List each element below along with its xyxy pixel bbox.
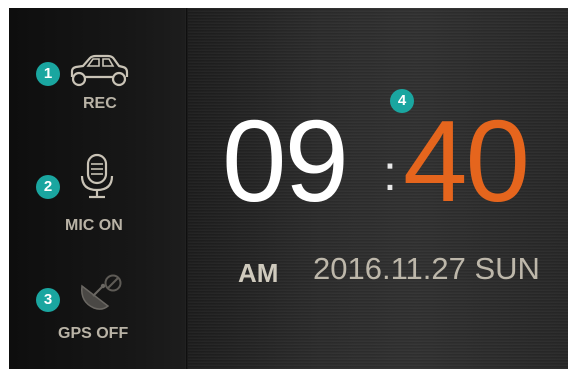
microphone-icon — [74, 152, 120, 202]
rec-status-label: REC — [83, 95, 117, 112]
clock-minutes: 40 — [403, 96, 530, 226]
clock-separator: : — [383, 145, 397, 201]
gps-status-label: GPS OFF — [58, 325, 129, 342]
callout-badge-1: 1 — [36, 62, 60, 86]
clock-date: 2016.11.27 SUN — [313, 251, 540, 286]
clock-hours: 09 — [222, 96, 349, 226]
mic-status-label: MIC ON — [65, 217, 123, 234]
clock-ampm: AM — [238, 258, 279, 288]
callout-badge-3: 3 — [36, 288, 60, 312]
callout-badge-2: 2 — [36, 175, 60, 199]
car-icon — [66, 53, 132, 89]
satellite-dish-off-icon — [76, 272, 124, 314]
